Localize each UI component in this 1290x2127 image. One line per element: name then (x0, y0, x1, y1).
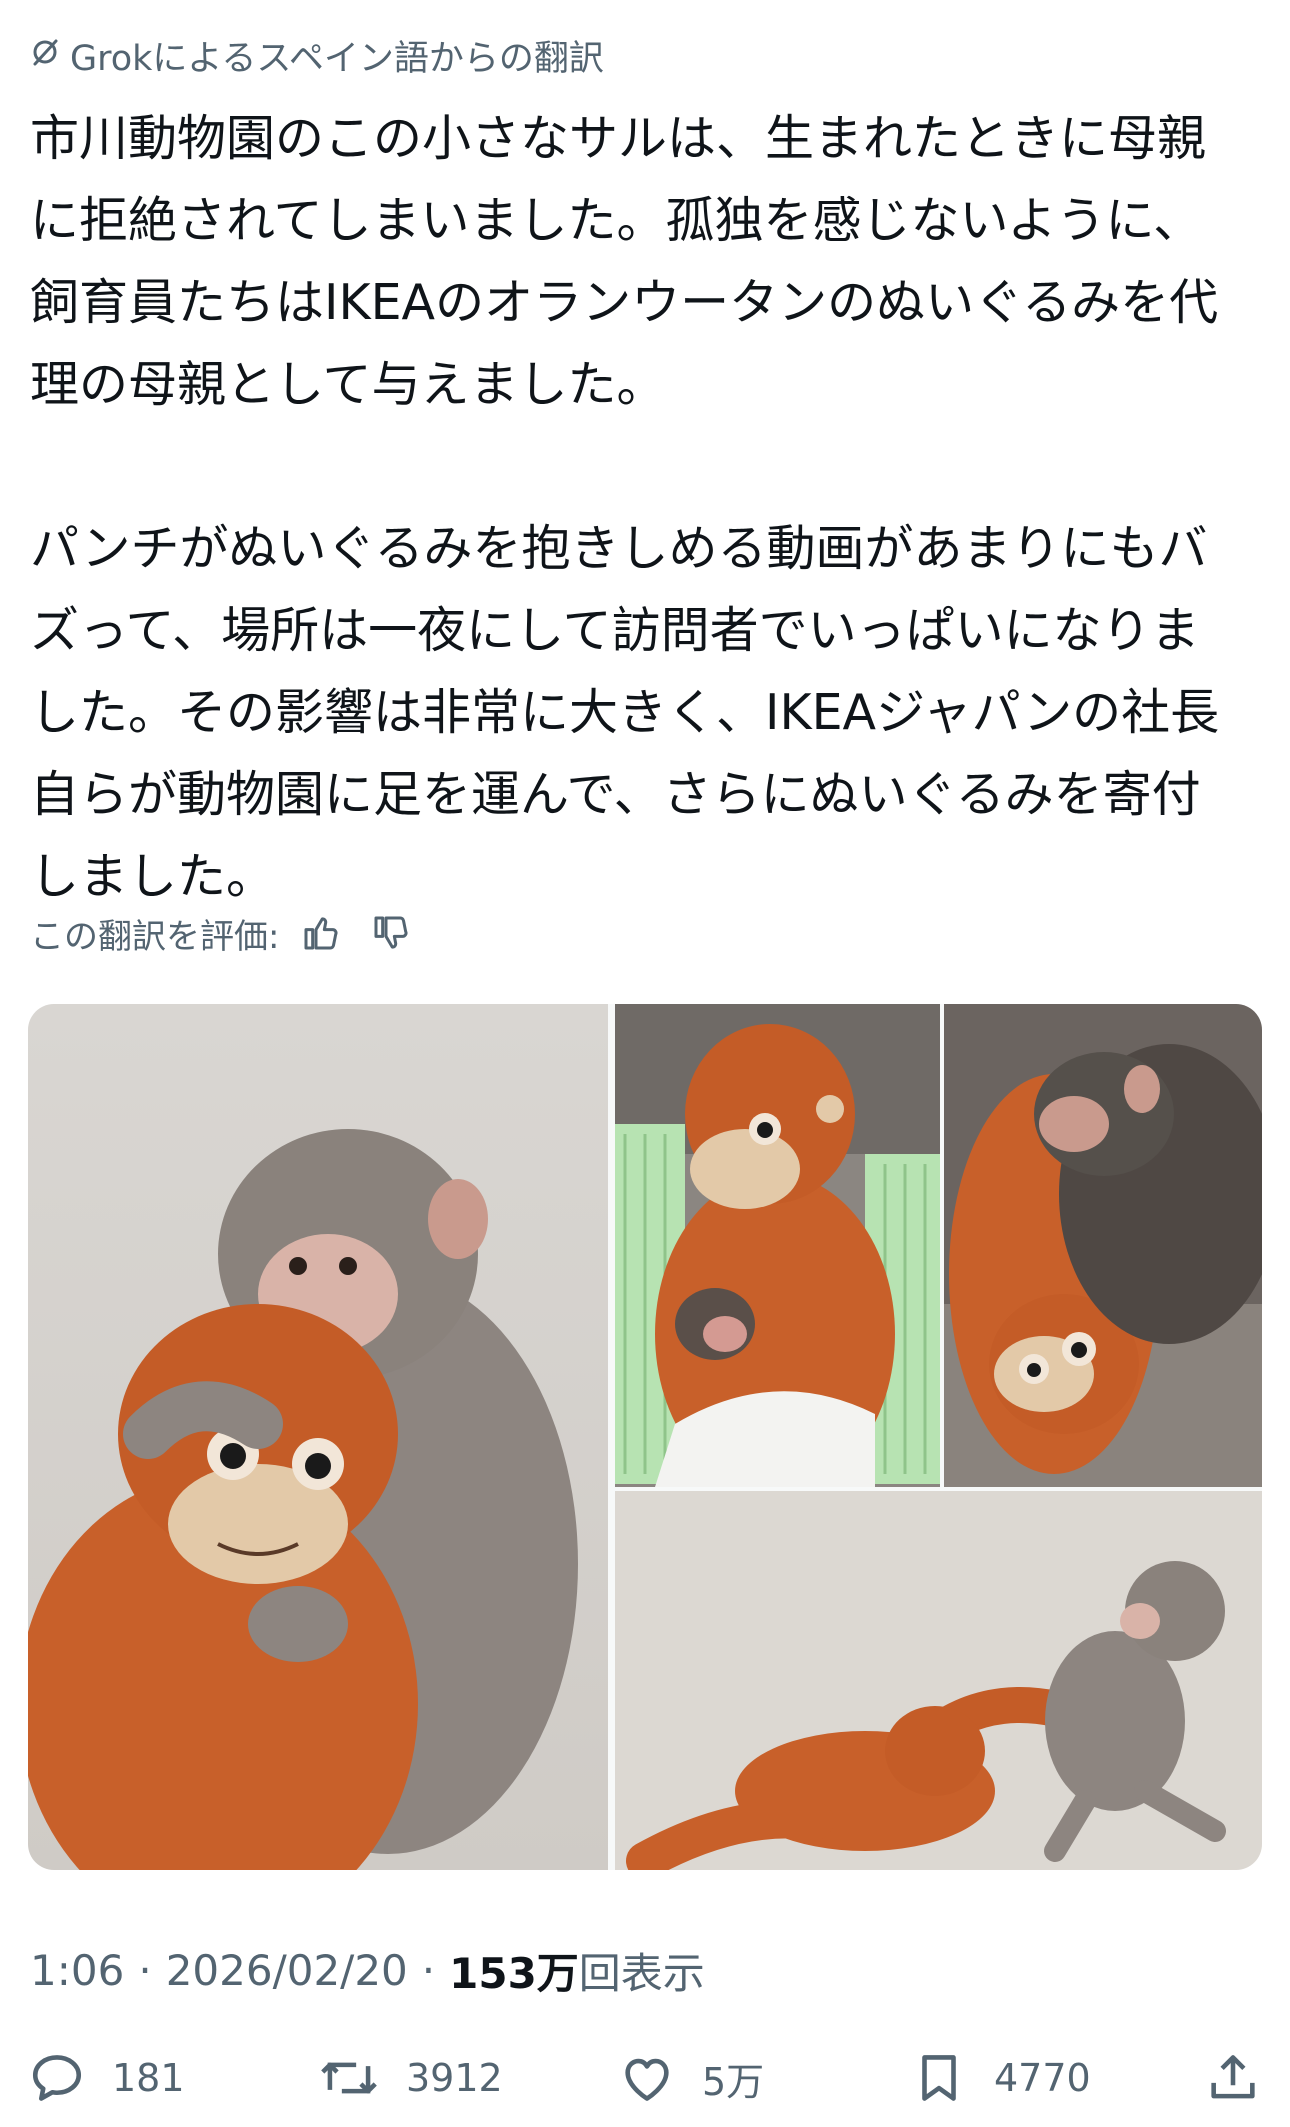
bookmark-icon (922, 2055, 956, 2101)
repost-icon (321, 2062, 377, 2094)
like-icon (625, 2058, 669, 2101)
photo-monkey-dragging-plush[interactable] (615, 1491, 1262, 1870)
post-paragraph-2: パンチがぬいぐるみを抱きしめる動画があまりにもバ ズって、場所は一夜にして訪問者… (30, 520, 1220, 905)
reply-icon (32, 2055, 82, 2101)
separator-dot: · (421, 1946, 436, 1995)
photo-monkey-sleeping-on-plush[interactable] (944, 1004, 1262, 1487)
photo-monkey-hugging-orangutan-plush[interactable] (28, 1004, 608, 1870)
post-text: 市川動物園のこの小さなサルは、生まれたときに母親 に拒絶されてしまいました。孤独… (30, 98, 1260, 918)
bookmark-button[interactable]: 4770 (910, 2043, 1091, 2113)
repost-count: 3912 (406, 2056, 503, 2100)
thumbs-down-icon (374, 916, 408, 949)
post-paragraph-1: 市川動物園のこの小さなサルは、生まれたときに母親 に拒絶されてしまいました。孤独… (30, 110, 1219, 413)
separator-dot: · (138, 1946, 152, 1995)
bookmark-count: 4770 (994, 2056, 1091, 2100)
translation-label: Grokによるスペイン語からの翻訳 (70, 39, 604, 79)
media-grid (28, 1004, 1262, 1870)
share-icon (1211, 2055, 1255, 2099)
reply-count: 181 (112, 2056, 185, 2100)
view-count-label: 回表示 (578, 1949, 705, 1998)
translation-header: Grokによるスペイン語からの翻訳 (30, 30, 604, 81)
rate-translation-row: この翻訳を評価: (30, 905, 419, 961)
like-count: 5万 (702, 2059, 765, 2104)
post-time[interactable]: 1:06 (30, 1946, 124, 1995)
post-meta: 1:06 · 2026/02/20 · 153万 回表示 (30, 1940, 705, 2001)
photo-baby-monkey-in-basket-with-plush[interactable] (615, 1004, 940, 1487)
thumbs-down-button[interactable] (363, 905, 419, 961)
reply-button[interactable]: 181 (28, 2043, 185, 2113)
thumbs-up-button[interactable] (293, 905, 349, 961)
action-bar: 181 3912 5万 4770 (0, 2043, 1290, 2113)
view-count: 153万 (449, 1949, 579, 1998)
repost-button[interactable]: 3912 (318, 2043, 503, 2113)
like-button[interactable]: 5万 (618, 2043, 764, 2113)
share-button[interactable] (1204, 2043, 1262, 2113)
thumbs-up-icon (304, 917, 338, 950)
grok-icon (30, 36, 70, 76)
post-date[interactable]: 2026/02/20 (166, 1946, 408, 1995)
rate-translation-label: この翻訳を評価: (30, 916, 280, 957)
